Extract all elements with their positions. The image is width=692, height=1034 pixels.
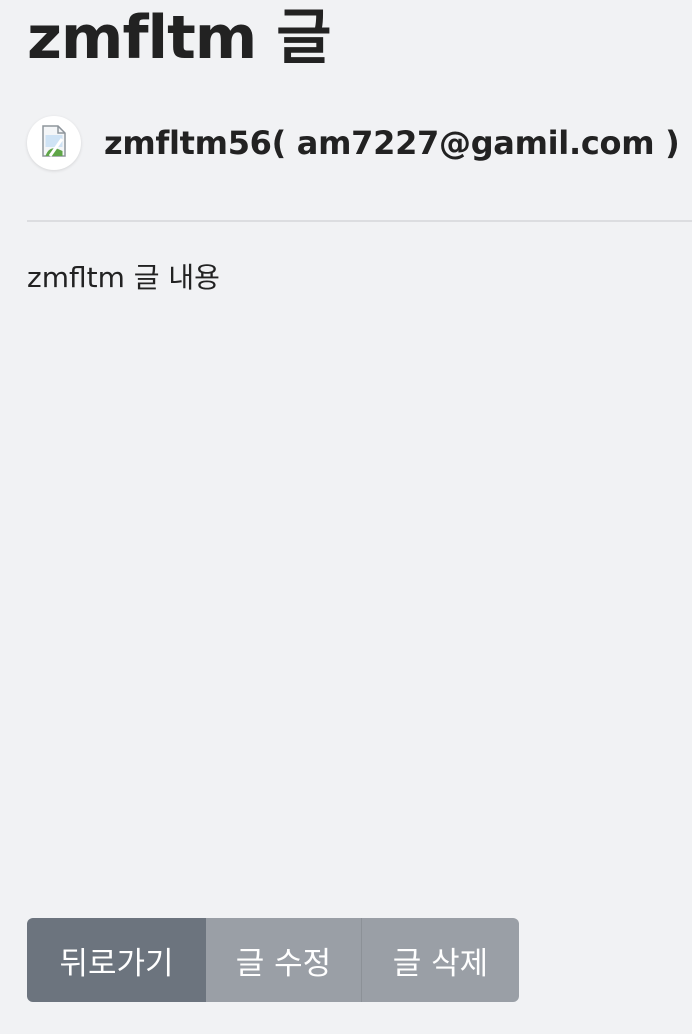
delete-post-button[interactable]: 글 삭제: [362, 918, 519, 1002]
author-info: zmfltm56( am7227@gamil.com ) 20: [27, 114, 692, 172]
avatar: [27, 116, 81, 170]
action-button-group: 뒤로가기 글 수정 글 삭제: [27, 918, 519, 1002]
post-detail-page: zmfltm 글 zmfltm56( am7227@gamil.com ) 20…: [0, 0, 692, 1034]
edit-post-button[interactable]: 글 수정: [206, 918, 362, 1002]
post-content: zmfltm 글 내용: [27, 261, 220, 294]
divider: [27, 220, 692, 222]
post-title: zmfltm 글: [27, 3, 331, 73]
broken-image-icon: [34, 121, 74, 165]
author-name: zmfltm56( am7227@gamil.com ): [104, 124, 680, 162]
back-button[interactable]: 뒤로가기: [27, 918, 206, 1002]
